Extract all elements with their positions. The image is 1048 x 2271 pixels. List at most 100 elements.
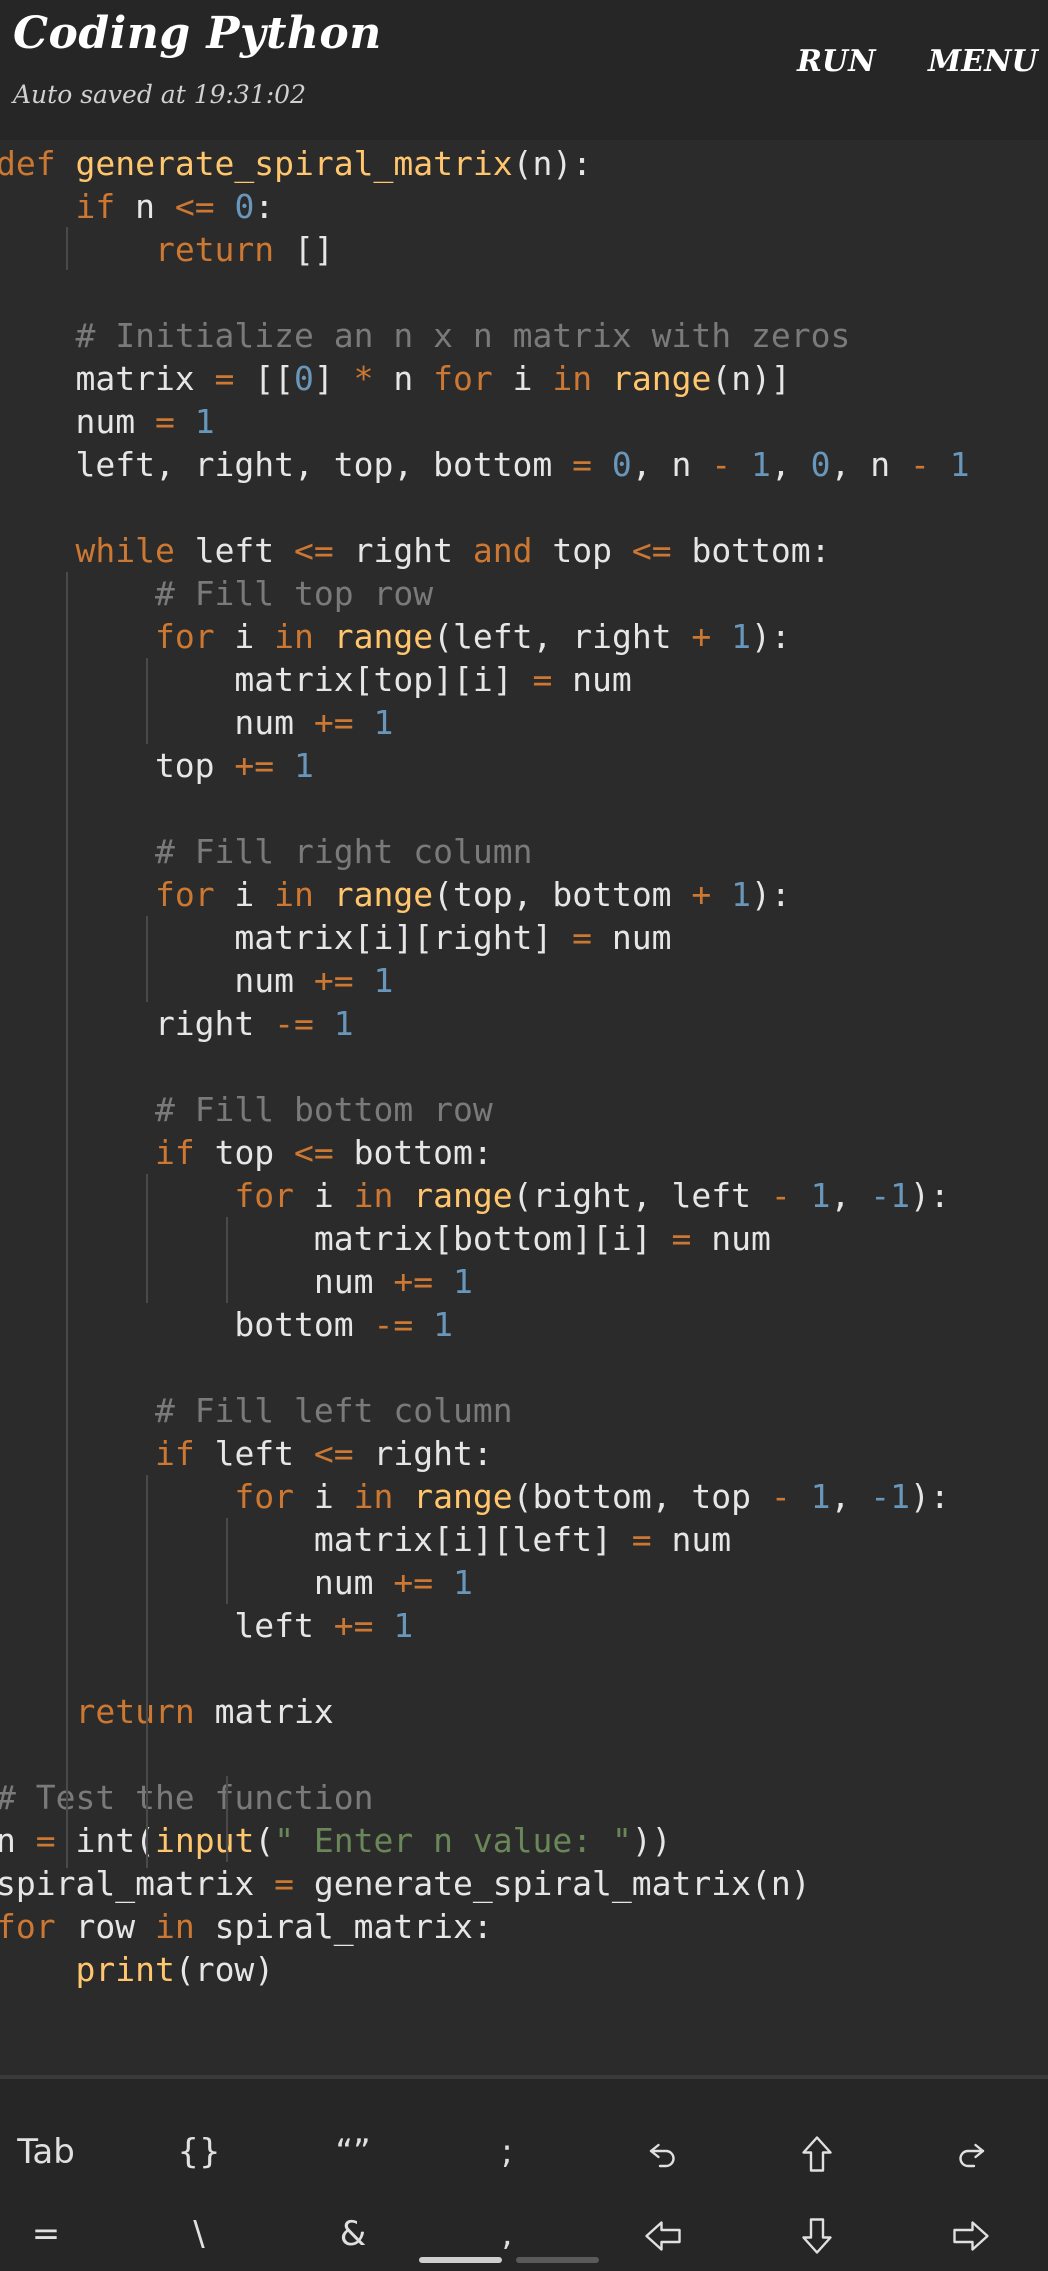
code-token: n (373, 359, 434, 398)
redo-icon[interactable] (911, 2122, 1031, 2182)
code-token: ): (910, 1477, 950, 1516)
code-token: <= (174, 187, 215, 226)
code-editor[interactable]: def generate_spiral_matrix(n): if n <= 0… (0, 140, 1048, 2075)
code-token: in (274, 617, 314, 656)
code-line[interactable]: matrix[i][left] = num (0, 1518, 731, 1561)
code-token: - (910, 445, 930, 484)
code-line[interactable]: # Fill right column (0, 830, 533, 873)
code-line[interactable]: for i in range(top, bottom + 1): (0, 873, 791, 916)
menu-button[interactable]: MENU (928, 44, 1038, 79)
code-line[interactable]: for i in range(left, right + 1): (0, 615, 791, 658)
code-line[interactable]: num += 1 (0, 1260, 473, 1303)
code-token: num (0, 1262, 394, 1301)
indent-guide (66, 227, 68, 270)
code-token: in (154, 1907, 195, 1946)
indent-guide (226, 1217, 228, 1303)
code-token: += (313, 703, 354, 742)
code-line[interactable]: for i in range(right, left - 1, -1): (0, 1174, 949, 1217)
code-token: 0 (294, 359, 314, 398)
code-line[interactable]: return [] (0, 228, 334, 271)
code-line[interactable]: n = int(input(" Enter n value: ")) (0, 1819, 672, 1862)
code-line[interactable]: if n <= 0: (0, 185, 274, 228)
code-line[interactable]: num += 1 (0, 701, 393, 744)
arrow-up-icon[interactable] (757, 2122, 877, 2182)
code-line[interactable]: # Test the function (0, 1776, 374, 1819)
quotes-key[interactable]: “” (293, 2122, 413, 2182)
run-button[interactable]: RUN (797, 44, 876, 79)
code-line[interactable]: print(row) (0, 1948, 274, 1991)
code-token: # Test the function (0, 1778, 374, 1817)
code-token: bottom (0, 1305, 374, 1344)
ampersand-key[interactable]: & (293, 2204, 413, 2264)
code-token: num (691, 1219, 771, 1258)
code-line[interactable]: if left <= right: (0, 1432, 493, 1475)
code-token: 1 (751, 445, 771, 484)
code-line[interactable]: num += 1 (0, 1561, 473, 1604)
code-line[interactable]: num = 1 (0, 400, 214, 443)
code-token: # Fill right column (154, 832, 533, 871)
nav-handle-secondary (516, 2257, 599, 2263)
code-line[interactable]: spiral_matrix = generate_spiral_matrix(n… (0, 1862, 811, 1905)
code-line[interactable]: # Fill top row (0, 572, 433, 615)
code-token: for (154, 617, 215, 656)
braces-key[interactable]: {} (139, 2122, 259, 2182)
code-line[interactable]: for row in spiral_matrix: (0, 1905, 493, 1948)
code-token: bottom: (671, 531, 831, 570)
code-token: (right, left (512, 1176, 771, 1215)
code-token: - (770, 1477, 791, 1516)
code-line[interactable]: # Fill left column (0, 1389, 513, 1432)
code-token: 1 (731, 617, 752, 656)
equals-key[interactable]: = (0, 2204, 106, 2264)
code-line[interactable]: right -= 1 (0, 1002, 354, 1045)
code-line[interactable]: left += 1 (0, 1604, 413, 1647)
code-line[interactable]: return matrix (0, 1690, 333, 1733)
indent-guide (146, 916, 148, 1002)
code-line[interactable]: while left <= right and top <= bottom: (0, 529, 831, 572)
code-token: + (691, 875, 712, 914)
code-token: spiral_matrix (0, 1864, 275, 1903)
code-line[interactable]: num += 1 (0, 959, 393, 1002)
code-line[interactable]: left, right, top, bottom = 0, n - 1, 0, … (0, 443, 969, 486)
code-line[interactable]: top += 1 (0, 744, 314, 787)
code-token: bottom: (333, 1133, 493, 1172)
code-line[interactable]: if top <= bottom: (0, 1131, 493, 1174)
code-token: , (770, 445, 811, 484)
code-token: range (333, 617, 434, 656)
arrow-right-icon[interactable] (911, 2204, 1031, 2264)
code-token: if (154, 1133, 195, 1172)
code-token: " Enter n value: " (274, 1821, 632, 1860)
code-line[interactable]: matrix[bottom][i] = num (0, 1217, 771, 1260)
code-token: = (35, 1821, 56, 1860)
backslash-key[interactable]: \ (139, 2204, 259, 2264)
arrow-down-icon[interactable] (757, 2204, 877, 2264)
code-token: for (0, 1907, 56, 1946)
code-line[interactable]: # Fill bottom row (0, 1088, 493, 1131)
code-line[interactable]: matrix[i][right] = num (0, 916, 671, 959)
indent-guide (146, 658, 148, 744)
semicolon-key[interactable]: ; (447, 2122, 567, 2182)
code-token: <= (631, 531, 672, 570)
undo-icon[interactable] (603, 2122, 723, 2182)
code-token: , (830, 1176, 871, 1215)
code-line[interactable]: matrix = [[0] * n for i in range(n)] (0, 357, 790, 400)
code-line[interactable]: def generate_spiral_matrix(n): (0, 142, 592, 185)
code-line[interactable]: # Initialize an n x n matrix with zeros (0, 314, 850, 357)
arrow-left-icon[interactable] (603, 2204, 723, 2264)
code-token: - (770, 1176, 791, 1215)
extra-keys-toolbar: Tab {} “”; = \ &, (0, 2075, 1048, 2271)
code-line[interactable]: for i in range(bottom, top - 1, -1): (0, 1475, 950, 1518)
indent-guide (146, 1733, 148, 1868)
code-token: int( (55, 1821, 155, 1860)
code-line[interactable]: matrix[top][i] = num (0, 658, 631, 701)
tab-key[interactable]: Tab (0, 2122, 106, 2182)
comma-key[interactable]: , (447, 2204, 567, 2264)
code-token: = (572, 918, 593, 957)
